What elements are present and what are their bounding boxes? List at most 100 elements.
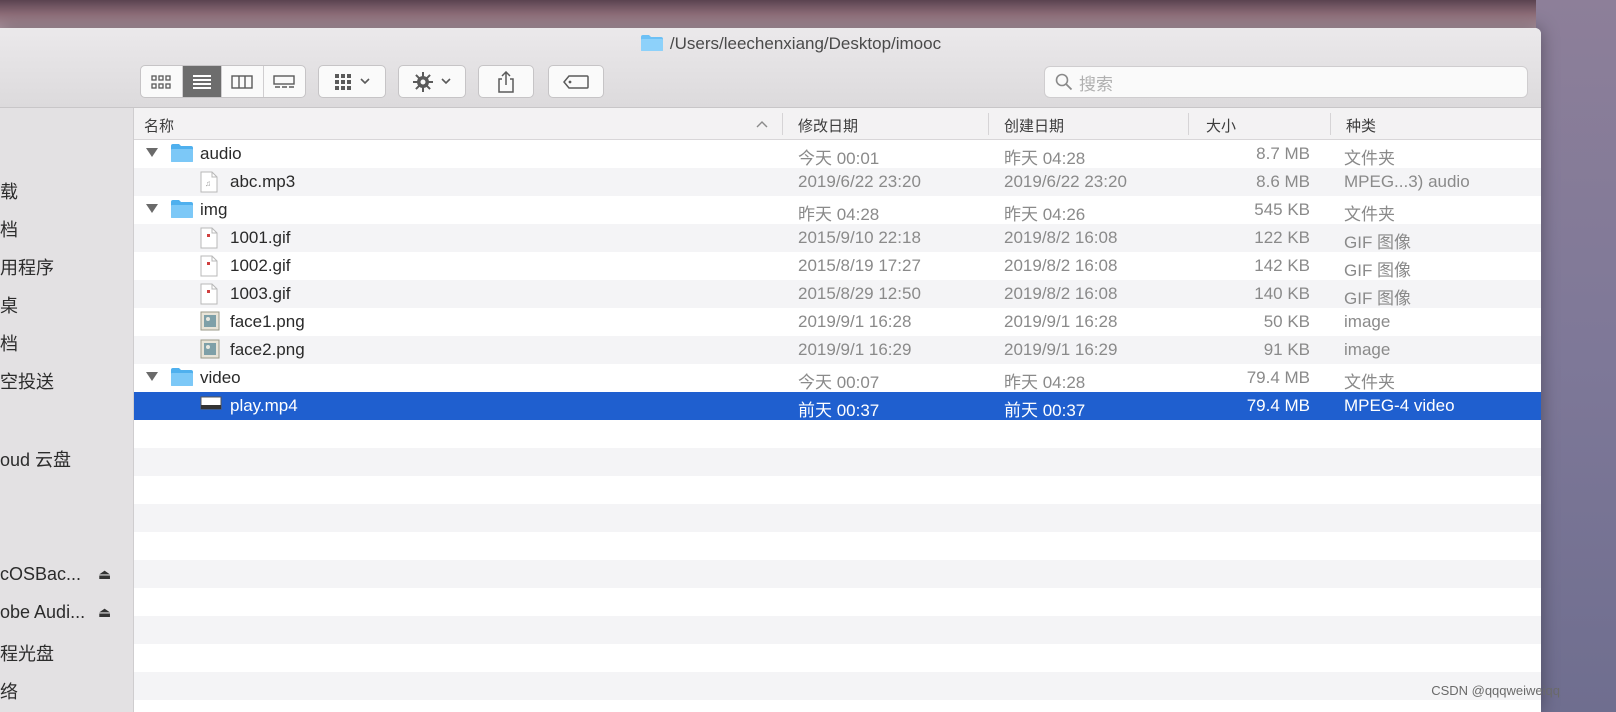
search-field[interactable]: 搜索 (1044, 66, 1528, 98)
sidebar-item-macosbackup[interactable]: cOSBac... (0, 564, 81, 585)
folder-row[interactable]: img 昨天 04:28 昨天 04:26 545 KB 文件夹 (134, 196, 1541, 224)
gif-file-icon (200, 255, 218, 282)
file-name: 1003.gif (230, 284, 291, 303)
file-created: 2019/8/2 16:08 (1004, 284, 1118, 303)
file-created: 昨天 04:28 (1004, 373, 1086, 392)
empty-row (134, 616, 1541, 644)
disclosure-triangle-icon[interactable] (146, 372, 158, 381)
file-row[interactable]: 1003.gif 2015/8/29 12:50 2019/8/2 16:08 140… (134, 280, 1541, 308)
empty-row (134, 504, 1541, 532)
columns-icon (231, 74, 253, 89)
file-modified: 昨天 04:28 (798, 205, 880, 224)
finder-window: /Users/leechenxiang/Desktop/imooc 搜索 载 档… (0, 28, 1541, 712)
group-by-inner (319, 66, 385, 97)
file-size: 545 KB (1254, 200, 1310, 219)
file-size: 142 KB (1254, 256, 1310, 275)
column-separator[interactable] (1330, 113, 1331, 135)
file-rows: audio 今天 00:01 昨天 04:28 8.7 MB 文件夹 ♫ abc.mp3 20… (134, 140, 1541, 712)
share-icon (498, 70, 514, 93)
column-header-name[interactable]: 名称 (144, 115, 174, 136)
file-size: 79.4 MB (1246, 396, 1310, 415)
chevron-down-icon (441, 78, 451, 85)
sidebar-item-adobe-audition[interactable]: obe Audi... (0, 602, 85, 623)
file-modified: 前天 00:37 (798, 401, 880, 420)
file-created: 昨天 04:28 (1004, 149, 1086, 168)
watermark: CSDN @qqqweiweiqq (1431, 683, 1560, 698)
file-kind: MPEG...3) audio (1344, 172, 1470, 191)
file-row[interactable]: play.mp4 前天 00:37 前天 00:37 79.4 MB MPEG-4 vi… (134, 392, 1541, 420)
group-by-button[interactable] (318, 65, 386, 98)
folder-icon (640, 35, 663, 51)
column-separator[interactable] (988, 113, 989, 135)
file-kind: image (1344, 312, 1391, 331)
gif-file-icon (200, 283, 218, 310)
column-header-created[interactable]: 创建日期 (1004, 115, 1064, 136)
sidebar-item-network[interactable]: 络 (0, 678, 18, 704)
empty-row (134, 560, 1541, 588)
sidebar-item-downloads[interactable]: 载 (0, 178, 18, 204)
empty-row (134, 448, 1541, 476)
gallery-icon (273, 74, 295, 88)
file-created: 2019/8/2 16:08 (1004, 228, 1118, 247)
file-kind: GIF 图像 (1344, 261, 1412, 280)
file-modified: 2019/9/1 16:28 (798, 312, 912, 331)
file-created: 前天 00:37 (1004, 401, 1086, 420)
file-row[interactable]: face2.png 2019/9/1 16:29 2019/9/1 16:29 91 … (134, 336, 1541, 364)
file-kind: GIF 图像 (1344, 289, 1412, 308)
file-created: 昨天 04:26 (1004, 205, 1086, 224)
disclosure-triangle-icon[interactable] (146, 148, 158, 157)
file-row[interactable]: face1.png 2019/9/1 16:28 2019/9/1 16:28 50 … (134, 308, 1541, 336)
column-header-modified[interactable]: 修改日期 (798, 115, 858, 136)
sort-ascending-icon (756, 121, 768, 128)
sidebar-item-documents[interactable]: 档 (0, 216, 18, 242)
desktop-wallpaper (1536, 0, 1616, 712)
file-name: play.mp4 (230, 396, 298, 415)
gallery-view-button[interactable] (264, 66, 305, 97)
column-separator[interactable] (1188, 113, 1189, 135)
tag-button[interactable] (548, 65, 604, 98)
file-created: 2019/9/1 16:29 (1004, 340, 1118, 359)
svg-text:♫: ♫ (205, 179, 211, 188)
file-modified: 今天 00:07 (798, 373, 880, 392)
titlebar: /Users/leechenxiang/Desktop/imooc 搜索 (0, 28, 1541, 108)
eject-icon[interactable]: ⏏ (98, 604, 111, 621)
window-path: /Users/leechenxiang/Desktop/imooc (669, 34, 942, 53)
list-view-button[interactable] (182, 66, 223, 97)
window-title: /Users/leechenxiang/Desktop/imooc (0, 34, 1541, 54)
eject-icon[interactable]: ⏏ (98, 566, 111, 583)
action-gear-button[interactable] (398, 65, 466, 98)
file-name: 1002.gif (230, 256, 291, 275)
file-modified: 2019/6/22 23:20 (798, 172, 921, 191)
column-header-kind[interactable]: 种类 (1346, 115, 1376, 136)
file-created: 2019/8/2 16:08 (1004, 256, 1118, 275)
column-separator[interactable] (782, 113, 783, 135)
share-button[interactable] (478, 65, 534, 98)
file-name: face1.png (230, 312, 305, 331)
empty-row (134, 644, 1541, 672)
icon-view-button[interactable] (141, 66, 183, 97)
column-header-size[interactable]: 大小 (1206, 115, 1236, 136)
sidebar-item-remote-disc[interactable]: 程光盘 (0, 640, 54, 666)
sidebar-item-airdrop[interactable]: 空投送 (0, 368, 54, 394)
sidebar-item-applications[interactable]: 用程序 (0, 254, 54, 280)
file-name: face2.png (230, 340, 305, 359)
disclosure-triangle-icon[interactable] (146, 204, 158, 213)
file-kind: MPEG-4 video (1344, 396, 1455, 415)
tag-icon (563, 74, 589, 89)
empty-row (134, 476, 1541, 504)
sidebar-item-docs[interactable]: 档 (0, 330, 18, 356)
sidebar-item-desktop[interactable]: 桌 (0, 292, 18, 318)
file-created: 2019/6/22 23:20 (1004, 172, 1127, 191)
column-view-button[interactable] (222, 66, 264, 97)
file-created: 2019/9/1 16:28 (1004, 312, 1118, 331)
file-row[interactable]: 1002.gif 2015/8/19 17:27 2019/8/2 16:08 142… (134, 252, 1541, 280)
sidebar-item-icloud-drive[interactable]: oud 云盘 (0, 446, 71, 472)
audio-file-icon: ♫ (200, 171, 218, 198)
file-row[interactable]: 1001.gif 2015/9/10 22:18 2019/8/2 16:08 122… (134, 224, 1541, 252)
file-row[interactable]: ♫ abc.mp3 2019/6/22 23:20 2019/6/22 23:20 8.… (134, 168, 1541, 196)
folder-row[interactable]: audio 今天 00:01 昨天 04:28 8.7 MB 文件夹 (134, 140, 1541, 168)
sidebar: 载 档 用程序 桌 档 空投送 oud 云盘 cOSBac... ⏏ obe A… (0, 108, 134, 712)
folder-row[interactable]: video 今天 00:07 昨天 04:28 79.4 MB 文件夹 (134, 364, 1541, 392)
file-size: 140 KB (1254, 284, 1310, 303)
file-name: 1001.gif (230, 228, 291, 247)
